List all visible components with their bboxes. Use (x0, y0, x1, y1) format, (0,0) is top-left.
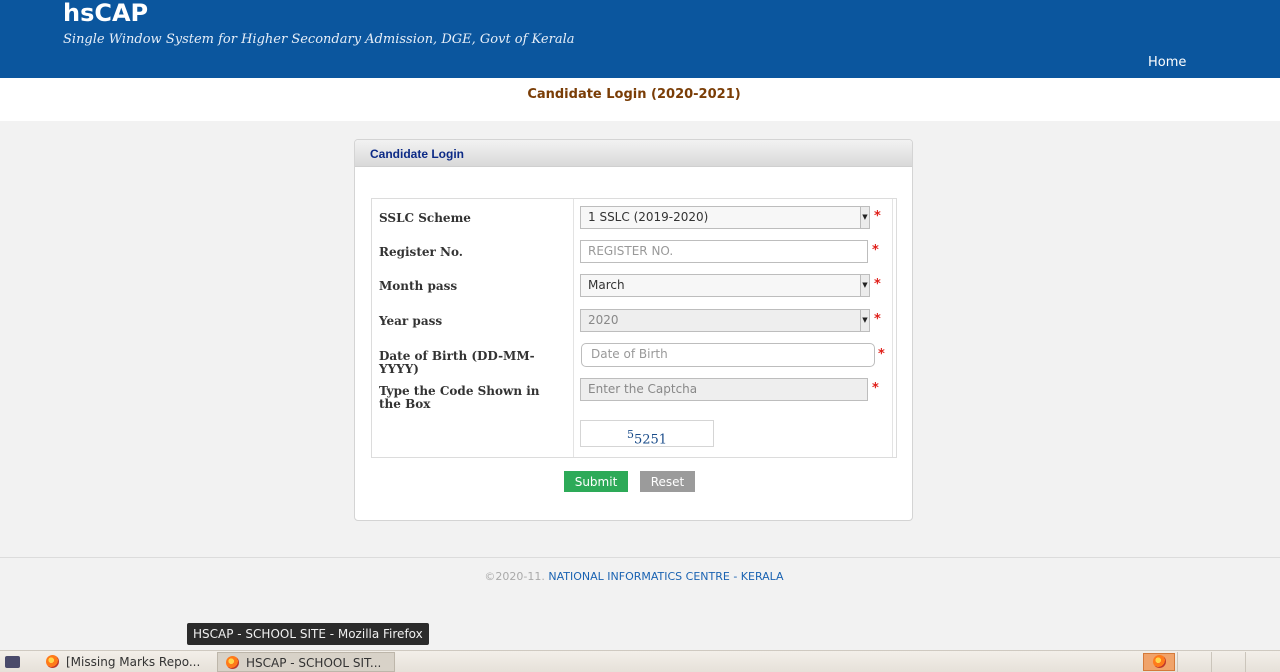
panel-header: Candidate Login (355, 140, 912, 167)
workspace-switcher-3[interactable] (1245, 652, 1279, 672)
tray-firefox-button[interactable] (1143, 653, 1175, 671)
firefox-icon (226, 656, 239, 669)
page-heading-band: Candidate Login (2020-2021) (0, 78, 1280, 121)
captcha-code-sup: 5 (626, 428, 634, 441)
sslc-scheme-select[interactable]: 1 SSLC (2019-2020) ▼ (580, 206, 870, 229)
year-pass-label: Year pass (379, 314, 443, 328)
required-marker: * (874, 277, 881, 292)
register-no-placeholder: REGISTER NO. (588, 244, 674, 258)
os-taskbar: [Missing Marks Repo... HSCAP - SCHOOL SI… (0, 650, 1280, 672)
required-marker: * (878, 347, 885, 362)
required-marker: * (874, 312, 881, 327)
captcha-placeholder: Enter the Captcha (588, 382, 698, 396)
panel-title: Candidate Login (370, 147, 464, 161)
site-header: hsCAP Single Window System for Higher Se… (0, 0, 1280, 78)
month-pass-value: March (588, 278, 625, 292)
month-pass-select[interactable]: March ▼ (580, 274, 870, 297)
candidate-login-panel: Candidate Login SSLC Scheme 1 SSLC (2019… (354, 139, 913, 521)
captcha-code: 5251 (633, 432, 668, 448)
submit-button[interactable]: Submit (564, 471, 628, 492)
footer-copyright: ©2020-11. (484, 570, 549, 583)
captcha-image: 55251 (580, 420, 714, 447)
firefox-icon (46, 655, 59, 668)
footer-divider (0, 557, 1280, 558)
taskbar-item-label: HSCAP - SCHOOL SIT... (246, 656, 382, 670)
chevron-down-icon: ▼ (860, 207, 869, 228)
firefox-icon (1153, 655, 1166, 668)
workspace-switcher-1[interactable] (1177, 652, 1211, 672)
sslc-scheme-value: 1 SSLC (2019-2020) (588, 210, 709, 224)
register-no-input[interactable]: REGISTER NO. (580, 240, 868, 263)
register-no-label: Register No. (379, 245, 463, 259)
taskbar-item-label: [Missing Marks Repo... (66, 655, 201, 669)
site-footer: ©2020-11. NATIONAL INFORMATICS CENTRE - … (0, 570, 1268, 583)
dob-placeholder: Date of Birth (591, 347, 668, 361)
dob-label: Date of Birth (DD-MM-YYYY) (379, 349, 535, 376)
nav-home-link[interactable]: Home (1148, 55, 1186, 70)
login-form: SSLC Scheme 1 SSLC (2019-2020) ▼ * Regis… (371, 198, 897, 458)
chevron-down-icon: ▼ (860, 310, 869, 331)
sslc-scheme-label: SSLC Scheme (379, 211, 471, 225)
year-pass-select[interactable]: 2020 ▼ (580, 309, 870, 332)
brand-logo-text[interactable]: hsCAP (63, 0, 148, 27)
chevron-down-icon: ▼ (860, 275, 869, 296)
captcha-input[interactable]: Enter the Captcha (580, 378, 868, 401)
year-pass-value: 2020 (588, 313, 619, 327)
captcha-label: Type the Code Shown in the Box (379, 384, 540, 411)
taskbar-item-hscap[interactable]: HSCAP - SCHOOL SIT... (217, 652, 395, 672)
taskbar-item-missing-marks[interactable]: [Missing Marks Repo... (38, 652, 213, 672)
required-marker: * (872, 381, 879, 396)
footer-org-link[interactable]: NATIONAL INFORMATICS CENTRE - KERALA (548, 570, 783, 583)
required-marker: * (874, 209, 881, 224)
app-menu-icon[interactable] (5, 656, 20, 668)
required-marker: * (872, 243, 879, 258)
workspace-switcher-2[interactable] (1211, 652, 1245, 672)
reset-button[interactable]: Reset (640, 471, 695, 492)
dob-input[interactable]: Date of Birth (581, 343, 875, 367)
window-tooltip: HSCAP - SCHOOL SITE - Mozilla Firefox (187, 623, 429, 645)
page-title: Candidate Login (2020-2021) (527, 87, 741, 102)
column-divider (892, 199, 893, 457)
month-pass-label: Month pass (379, 279, 458, 293)
site-tagline: Single Window System for Higher Secondar… (63, 32, 575, 47)
column-divider (573, 199, 574, 457)
